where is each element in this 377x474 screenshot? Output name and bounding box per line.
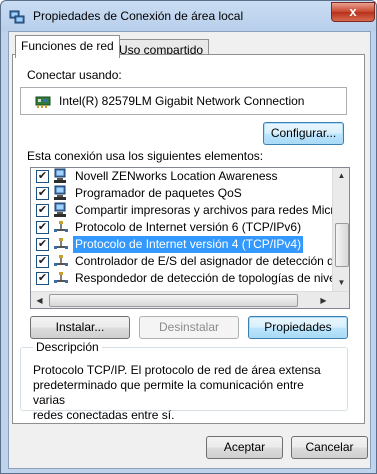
adapter-field: Intel(R) 82579LM Gigabit Network Connect… xyxy=(20,87,347,115)
properties-button[interactable]: Propiedades xyxy=(248,316,348,339)
window-title: Propiedades de Conexión de área local xyxy=(33,9,244,23)
components-list[interactable]: ✔ Novell ZENworks Location Awareness ✔ P… xyxy=(30,167,350,309)
protocol-icon xyxy=(54,272,68,283)
checkbox[interactable]: ✔ xyxy=(36,204,49,217)
configure-button[interactable]: Configurar... xyxy=(263,122,344,145)
list-item-lltd-mapper[interactable]: ✔ Controlador de E/S del asignador de de… xyxy=(31,253,349,270)
uninstall-button[interactable]: Desinstalar xyxy=(139,316,239,339)
ok-button[interactable]: Aceptar xyxy=(206,436,283,459)
scroll-down-icon[interactable]: ▼ xyxy=(334,275,349,290)
list-item-label: Compartir impresoras y archivos para red… xyxy=(75,203,350,217)
properties-button-label: Propiedades xyxy=(264,320,332,334)
description-text: Protocolo TCP/IP. El protocolo de red de… xyxy=(33,363,333,423)
list-item-qos-scheduler[interactable]: ✔ Programador de paquetes QoS xyxy=(31,185,332,202)
vertical-scrollbar[interactable]: ▲ ▼ xyxy=(332,168,349,291)
install-button-label: Instalar... xyxy=(55,320,105,334)
protocol-icon xyxy=(54,238,68,249)
description-legend: Descripción xyxy=(33,340,102,354)
list-item-novell-zenworks[interactable]: ✔ Novell ZENworks Location Awareness xyxy=(31,168,332,185)
list-item-file-printer-sharing[interactable]: ✔ Compartir impresoras y archivos para r… xyxy=(31,202,349,219)
list-item-tcpipv6[interactable]: ✔ Protocolo de Internet versión 6 (TCP/I… xyxy=(31,219,332,236)
cancel-button-label: Cancelar xyxy=(305,440,354,454)
description-line: predeterminado que permite la comunicaci… xyxy=(33,378,304,407)
tab-label: Funciones de red xyxy=(21,39,114,53)
list-item-label: Novell ZENworks Location Awareness xyxy=(75,169,278,183)
scroll-up-icon[interactable]: ▲ xyxy=(334,168,349,183)
vertical-scroll-thumb[interactable] xyxy=(335,223,349,267)
adapter-name: Intel(R) 82579LM Gigabit Network Connect… xyxy=(59,94,305,108)
scroll-right-icon[interactable]: ▶ xyxy=(316,293,331,308)
checkbox[interactable]: ✔ xyxy=(36,238,49,251)
connect-using-label: Conectar usando: xyxy=(27,68,122,82)
list-item-label: Protocolo de Internet versión 6 (TCP/IPv… xyxy=(75,220,302,234)
description-line: redes conectadas entre sí. xyxy=(33,408,175,422)
checkbox[interactable]: ✔ xyxy=(36,187,49,200)
network-connection-icon xyxy=(9,10,25,24)
checkbox[interactable]: ✔ xyxy=(36,272,49,285)
title-bar[interactable]: Propiedades de Conexión de área local x xyxy=(1,1,376,31)
configure-button-label: Configurar... xyxy=(270,126,337,140)
horizontal-scroll-thumb[interactable] xyxy=(49,294,298,307)
scroll-left-icon[interactable]: ◀ xyxy=(32,293,47,308)
network-client-icon xyxy=(54,185,66,200)
list-item-lltd-responder[interactable]: ✔ Respondedor de detección de topologías… xyxy=(31,270,349,287)
network-client-icon xyxy=(54,168,66,183)
protocol-icon xyxy=(54,221,68,232)
checkbox[interactable]: ✔ xyxy=(36,170,49,183)
checkbox[interactable]: ✔ xyxy=(36,255,49,268)
horizontal-scrollbar[interactable]: ◀ ▶ xyxy=(31,291,349,308)
close-button[interactable]: x xyxy=(331,2,375,22)
elements-label: Esta conexión usa los siguientes element… xyxy=(27,149,264,163)
description-line: Protocolo TCP/IP. El protocolo de red de… xyxy=(33,363,321,377)
list-item-label: Programador de paquetes QoS xyxy=(75,186,242,200)
install-button[interactable]: Instalar... xyxy=(30,316,130,339)
list-item-tcpipv4[interactable]: ✔ Protocolo de Internet versión 4 (TCP/I… xyxy=(31,236,332,253)
uninstall-button-label: Desinstalar xyxy=(158,320,220,334)
cancel-button[interactable]: Cancelar xyxy=(291,436,368,459)
list-item-label: Protocolo de Internet versión 4 (TCP/IPv… xyxy=(73,236,304,253)
protocol-icon xyxy=(54,255,68,266)
list-item-label: Respondedor de detección de topologías d… xyxy=(75,271,350,285)
network-adapter-icon xyxy=(35,96,51,108)
close-icon: x xyxy=(349,4,357,19)
ok-button-label: Aceptar xyxy=(223,440,266,454)
tab-funciones-de-red[interactable]: Funciones de red xyxy=(15,35,120,58)
network-client-icon xyxy=(54,202,66,217)
list-item-label: Controlador de E/S del asignador de dete… xyxy=(75,254,350,268)
checkbox[interactable]: ✔ xyxy=(36,221,49,234)
